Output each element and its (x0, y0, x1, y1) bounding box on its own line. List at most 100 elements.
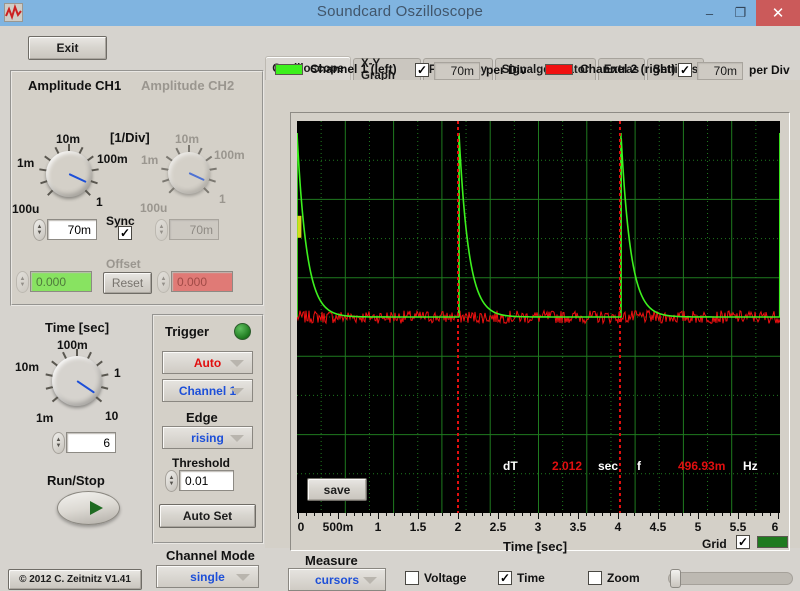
time-per-div-field[interactable]: 6 (66, 432, 116, 453)
channel-1-per-div-field[interactable]: 70m (434, 62, 480, 80)
amplitude-ch2-title: Amplitude CH2 (141, 78, 235, 93)
zoom-slider-thumb[interactable] (670, 569, 681, 588)
dt-label: dT (503, 459, 518, 473)
ch2-value-spinner[interactable]: ▲ ▼ (155, 219, 168, 241)
x-axis-title: Time [sec] (503, 539, 568, 554)
x-axis-tick-label: 3.5 (569, 520, 587, 534)
save-button[interactable]: save (307, 478, 367, 501)
x-axis-minor-tick (570, 513, 571, 516)
trigger-mode-value: Auto (193, 355, 222, 370)
x-axis-minor-tick (434, 513, 435, 516)
ch2-tick-1m: 1m (141, 153, 159, 167)
ch2-tick-10m: 10m (175, 132, 200, 146)
measure-mode-value: cursors (314, 572, 360, 587)
x-axis-minor-tick (386, 513, 387, 516)
voltage-checkbox[interactable] (405, 571, 419, 585)
x-axis-minor-tick (346, 513, 347, 516)
threshold-field[interactable]: 0.01 (179, 470, 234, 491)
x-axis-minor-tick (466, 513, 467, 516)
x-axis-tick (738, 513, 739, 519)
window-controls: – ❐ ✕ (694, 0, 800, 26)
copyright-button[interactable]: © 2012 C. Zeitnitz V1.41 (8, 569, 142, 590)
chevron-down-icon (363, 576, 377, 584)
waveform-start-marker (297, 215, 302, 238)
time-tick-1m: 1m (36, 411, 54, 425)
exit-button[interactable]: Exit (28, 36, 107, 60)
x-axis-minor-tick (546, 513, 547, 516)
grid-checkbox[interactable]: ✓ (736, 535, 750, 549)
x-axis-minor-tick (362, 513, 363, 516)
zoom-slider-track[interactable] (668, 572, 793, 585)
ch1-tick-100m: 100m (97, 152, 128, 166)
channel-mode-dropdown[interactable]: single (156, 565, 259, 588)
time-knob[interactable] (45, 349, 109, 406)
trigger-mode-dropdown[interactable]: Auto (162, 351, 253, 374)
x-axis-tick (538, 513, 539, 519)
grid-color-swatch[interactable] (757, 536, 788, 548)
time-value-spinner[interactable]: ▲ ▼ (52, 432, 65, 454)
x-axis-minor-tick (474, 513, 475, 516)
ch1-tick-1m: 1m (17, 156, 35, 170)
zoom-checkbox[interactable] (588, 571, 602, 585)
x-axis-minor-tick (450, 513, 451, 516)
offset-ch2-spinner[interactable]: ▲ ▼ (157, 271, 170, 293)
x-axis-minor-tick (594, 513, 595, 516)
x-axis-minor-tick (690, 513, 691, 516)
minimize-button[interactable]: – (694, 0, 725, 26)
x-axis-tick (698, 513, 699, 519)
auto-set-button[interactable]: Auto Set (159, 504, 256, 528)
f-value: 496.93m (678, 459, 726, 473)
time-checkbox[interactable]: ✓ (498, 571, 512, 585)
ch2-tick-100m: 100m (214, 148, 245, 162)
sync-checkbox[interactable]: ✓ (118, 226, 132, 240)
run-stop-label: Run/Stop (47, 473, 105, 488)
x-axis-tick (618, 513, 619, 519)
channel-2-enable-checkbox[interactable]: ✓ (678, 63, 692, 77)
x-axis-tick-label: 5.5 (729, 520, 747, 534)
channel-2-per-div-label: per Div (749, 63, 790, 77)
x-axis-minor-tick (330, 513, 331, 516)
x-axis-minor-tick (770, 513, 771, 516)
x-axis-tick (658, 513, 659, 519)
x-axis-tick (458, 513, 459, 519)
x-axis-minor-tick (482, 513, 483, 516)
maximize-button[interactable]: ❐ (725, 0, 756, 26)
offset-ch1-spinner[interactable]: ▲ ▼ (16, 271, 29, 293)
ch2-volts-per-div-field[interactable]: 70m (169, 219, 219, 240)
x-axis-tick (378, 513, 379, 519)
channel-2-label: Channel 2 (right) (580, 62, 676, 76)
x-axis-tick-label: 5 (694, 520, 702, 534)
time-measure-label: Time (517, 571, 545, 585)
x-axis-minor-tick (306, 513, 307, 516)
ch1-value-spinner[interactable]: ▲ ▼ (33, 219, 46, 241)
channel-2-per-div-field[interactable]: 70m (697, 62, 743, 80)
chevron-down-icon (230, 359, 244, 367)
threshold-spinner[interactable]: ▲ ▼ (165, 470, 178, 492)
channel-mode-value: single (190, 569, 225, 584)
run-stop-button[interactable] (57, 491, 120, 525)
offset-ch2-field[interactable]: 0.000 (171, 271, 233, 292)
channel-1-enable-checkbox[interactable]: ✓ (415, 63, 429, 77)
x-axis-minor-tick (666, 513, 667, 516)
x-axis-minor-tick (322, 513, 323, 516)
x-axis-tick-label: 2.5 (489, 520, 507, 534)
close-button[interactable]: ✕ (756, 0, 800, 26)
trigger-edge-dropdown[interactable]: rising (162, 426, 253, 449)
channel-1-per-div-label: per Div (486, 63, 527, 77)
x-axis-minor-tick (730, 513, 731, 516)
amplitude-ch2-knob[interactable] (161, 145, 217, 194)
x-axis-tick-label: 6 (771, 520, 779, 534)
offset-ch1-field[interactable]: 0.000 (30, 271, 92, 292)
amplitude-ch1-knob[interactable] (39, 144, 99, 197)
ch2-tick-1: 1 (219, 192, 226, 206)
trigger-source-dropdown[interactable]: Channel 1 (162, 379, 253, 402)
offset-reset-button[interactable]: Reset (103, 272, 152, 294)
zoom-label: Zoom (607, 571, 640, 585)
x-axis-minor-tick (722, 513, 723, 516)
waveform-plot[interactable] (297, 121, 780, 513)
x-axis-tick (338, 513, 339, 519)
ch1-volts-per-div-field[interactable]: 70m (47, 219, 97, 240)
x-axis-minor-tick (754, 513, 755, 516)
x-axis-minor-tick (514, 513, 515, 516)
measure-mode-dropdown[interactable]: cursors (288, 568, 386, 591)
